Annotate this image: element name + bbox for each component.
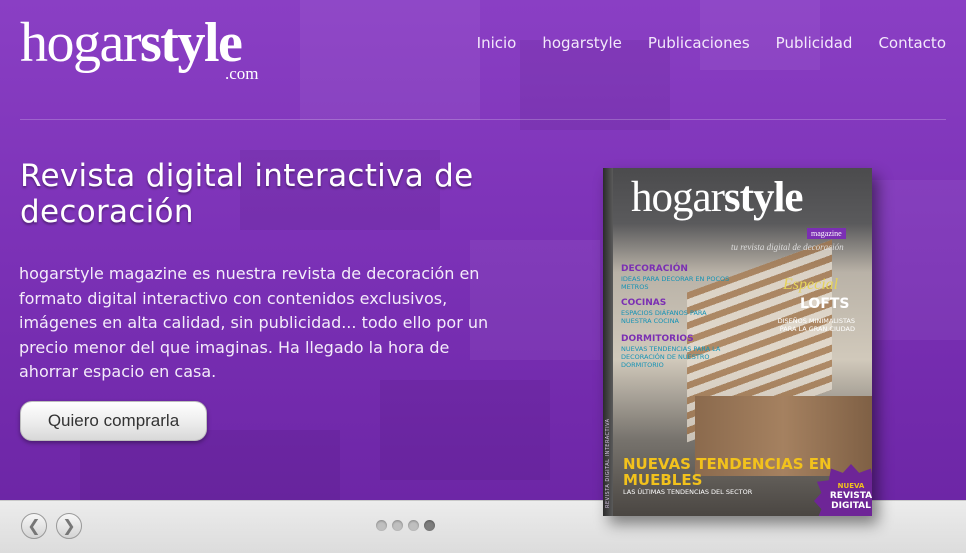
cover-especial: Especial (783, 276, 839, 293)
slider-dot-4[interactable] (424, 520, 435, 531)
magazine-logo: hogarstyle (631, 176, 803, 220)
nav-publicidad[interactable]: Publicidad (776, 34, 853, 52)
hero-description: hogarstyle magazine es nuestra revista d… (19, 264, 489, 381)
slider-dot-1[interactable] (376, 520, 387, 531)
cover-lofts: LOFTS (800, 296, 850, 312)
nav-inicio[interactable]: Inicio (477, 34, 517, 52)
slider-pagination (376, 520, 435, 531)
hero-headline: Revista digital interactiva de decoració… (20, 158, 474, 230)
bg-tile (300, 0, 480, 120)
main-nav: Inicio hogarstyle Publicaciones Publicid… (477, 34, 946, 52)
slider-dot-2[interactable] (392, 520, 403, 531)
cover-section-sub: IDEAS PARA DECORAR EN POCOS METROS (621, 275, 730, 291)
magazine-logo-regular: hogar (631, 174, 725, 221)
bg-tile (860, 180, 966, 340)
magazine-logo-bold: style (723, 174, 804, 221)
cover-headline-sub: LAS ÚLTIMAS TENDENCIAS DEL SECTOR (623, 488, 753, 496)
magazine-cover[interactable]: REVISTA DIGITAL INTERACTIVA hogarstyle m… (603, 168, 872, 516)
logo-text-regular: hogar (20, 12, 142, 74)
buy-button[interactable]: Quiero comprarla (20, 401, 207, 441)
starburst-text: NUEVA REVISTA DIGITAL (824, 481, 872, 511)
bg-tile (380, 380, 550, 480)
cover-section-title: DECORACIÓN (621, 264, 688, 274)
starburst-main: REVISTA DIGITAL (829, 491, 872, 511)
cover-section-title: DORMITORIOS (621, 334, 694, 344)
slider-dot-3[interactable] (408, 520, 419, 531)
magazine-badge: magazine (807, 228, 846, 239)
header-divider (20, 119, 946, 120)
starburst-top: NUEVA (837, 482, 865, 490)
nav-publicaciones[interactable]: Publicaciones (648, 34, 750, 52)
nav-hogarstyle[interactable]: hogarstyle (542, 34, 622, 52)
nav-contacto[interactable]: Contacto (878, 34, 946, 52)
magazine-face: hogarstyle magazine tu revista digital d… (613, 168, 872, 516)
arrow-right-icon[interactable]: ❯ (56, 513, 82, 539)
cover-section-sub: ESPACIOS DIÁFANOS PARA NUESTRA COCINA (621, 309, 707, 325)
magazine-tagline: tu revista digital de decoración (731, 242, 844, 252)
logo-tld: .com (225, 64, 259, 83)
cover-section-title: COCINAS (621, 298, 667, 308)
bg-tile (520, 40, 670, 130)
spine-text: REVISTA DIGITAL INTERACTIVA (605, 418, 611, 508)
arrow-left-icon[interactable]: ❮ (21, 513, 47, 539)
magazine-spine: REVISTA DIGITAL INTERACTIVA (603, 168, 613, 516)
cover-lofts-sub: DISEÑOS MINIMALISTAS PARA LA GRAN CIUDAD (777, 317, 855, 333)
site-logo[interactable]: hogarstyle .com (20, 12, 259, 83)
cover-section-sub: NUEVAS TENDENCIAS PARA LA DECORACIÓN DE … (621, 345, 721, 369)
